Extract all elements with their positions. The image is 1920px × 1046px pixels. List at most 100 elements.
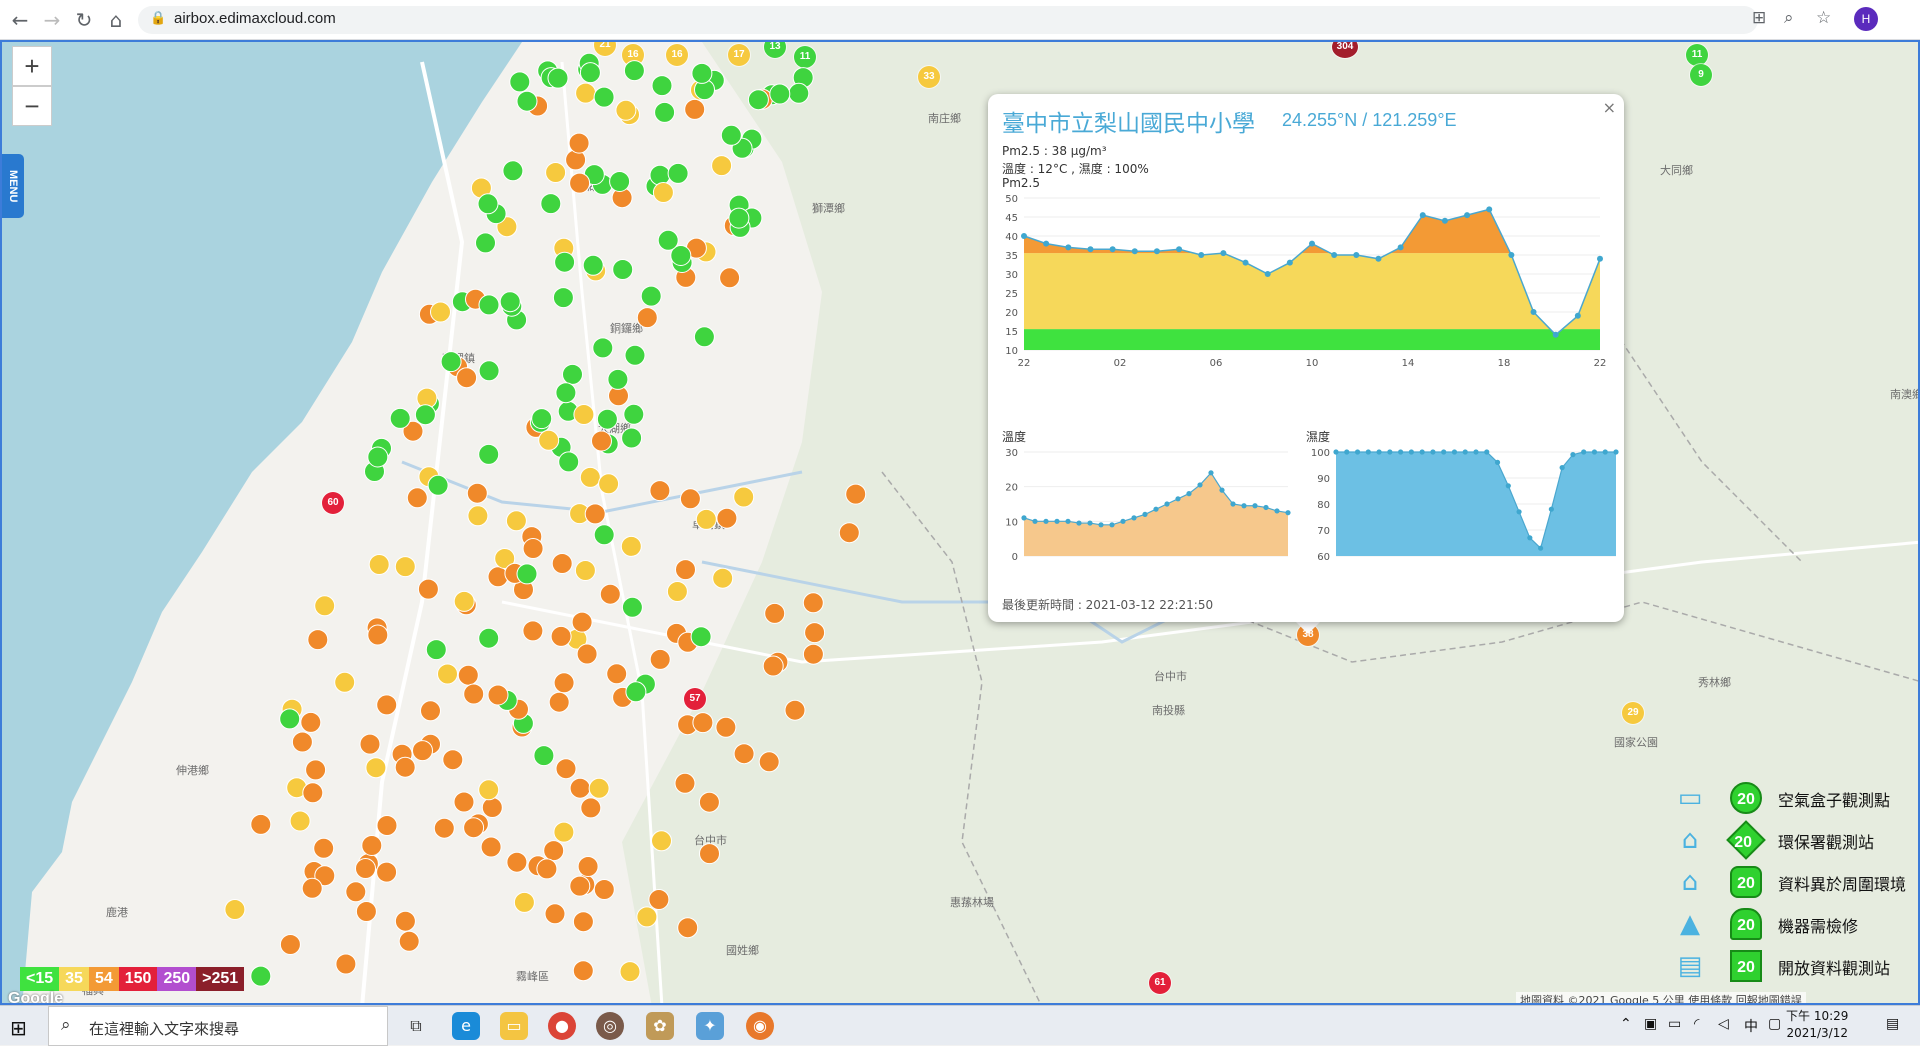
- humidity-point: [1387, 449, 1393, 455]
- temperature-point: [1032, 518, 1038, 524]
- humidity-chart-title: 濕度: [1306, 430, 1331, 444]
- station-marker-dot: [838, 522, 860, 544]
- zoom-in-button[interactable]: +: [12, 46, 52, 86]
- menu-tab[interactable]: MENU: [2, 154, 24, 218]
- station-marker-dot: [648, 889, 670, 910]
- station-marker-dot: [365, 757, 387, 779]
- task-view-icon[interactable]: ⧉: [402, 1012, 430, 1040]
- pm25-point: [1508, 252, 1515, 258]
- taskbar-search[interactable]: ⌕ 在這裡輸入文字來搜尋: [48, 1006, 388, 1046]
- y-tick-label: 30: [1005, 448, 1018, 459]
- station-marker-dot: [621, 596, 643, 618]
- station-marker-dot: [657, 229, 679, 251]
- ime-mode-icon[interactable]: ▢: [1768, 1016, 1781, 1032]
- notification-icon[interactable]: ▤: [1886, 1016, 1899, 1032]
- station-marker-dot: [412, 740, 433, 762]
- humidity-point: [1408, 449, 1414, 455]
- temperature-point: [1131, 515, 1137, 521]
- temperature-point: [1175, 496, 1181, 502]
- pm25-point: [1065, 244, 1072, 251]
- file-explorer-icon[interactable]: ▭: [500, 1012, 528, 1040]
- wifi-icon[interactable]: ◜: [1694, 1016, 1699, 1032]
- chrome-icon[interactable]: ●: [548, 1012, 576, 1040]
- app-icon[interactable]: ◎: [596, 1012, 624, 1040]
- station-marker-dot: [691, 62, 713, 84]
- station-marker-dot: [555, 382, 577, 404]
- station-marker-dot: [313, 837, 335, 859]
- scale-item: 250: [157, 967, 197, 991]
- ime-indicator[interactable]: 中: [1744, 1016, 1758, 1036]
- y-tick-label: 15: [1005, 327, 1018, 338]
- scale-item: >251: [196, 967, 245, 991]
- address-bar[interactable]: 🔒 airbox.edimaxcloud.com: [138, 6, 1758, 34]
- station-marker-dot: [463, 683, 485, 705]
- legend-row-repair: ▲ 20 機器需檢修: [1674, 906, 1918, 942]
- y-tick-label: 100: [1311, 448, 1330, 459]
- clock[interactable]: 下午 10:29 2021/3/12: [1786, 1008, 1848, 1042]
- humidity-point: [1462, 449, 1468, 455]
- zoom-out-button[interactable]: −: [12, 86, 52, 126]
- pm25-point: [1552, 331, 1559, 338]
- humidity-point: [1430, 449, 1436, 455]
- pm25-point: [1109, 246, 1116, 253]
- profile-avatar[interactable]: H: [1854, 7, 1878, 31]
- station-marker-dot: [425, 639, 447, 661]
- station-marker-dot: [720, 124, 742, 146]
- zoom-icon[interactable]: ⌕: [1784, 8, 1794, 28]
- bookmark-star-icon[interactable]: ☆: [1816, 8, 1831, 28]
- map-canvas[interactable]: 南庄鄉 獅潭鄉 西湖鄉 銅鑼鄉 苑裡鎮 大湖鄉 卓蘭鎮 大同鄉 南澳鄉 台中市 …: [0, 40, 1920, 1005]
- station-marker-dot: [762, 655, 784, 677]
- reload-icon[interactable]: ↻: [72, 8, 96, 32]
- y-tick-label: 45: [1005, 213, 1018, 224]
- google-logo: Google: [8, 990, 64, 1005]
- station-marker-dot: [522, 620, 544, 642]
- temperature-point: [1274, 508, 1280, 514]
- humidity-point: [1591, 449, 1598, 455]
- app-icon[interactable]: ◉: [746, 1012, 774, 1040]
- humidity-point: [1365, 449, 1371, 455]
- station-marker-dot: [615, 99, 637, 121]
- humidity-point: [1494, 459, 1501, 465]
- station-marker-dot: [456, 367, 478, 389]
- home-icon[interactable]: ⌂: [104, 8, 128, 32]
- app-icon[interactable]: ✦: [696, 1012, 724, 1040]
- forward-icon[interactable]: →: [40, 8, 64, 32]
- station-marker-dot: [442, 749, 464, 771]
- station-marker-dot: [516, 90, 538, 112]
- legend-symbol: 20: [1730, 950, 1762, 982]
- x-tick-label: 06: [1210, 358, 1223, 369]
- government-building-icon: ⌂: [1681, 825, 1699, 855]
- station-marker-dot: [606, 663, 628, 685]
- station-marker-dot: [376, 815, 398, 836]
- station-marker-dot: [301, 877, 323, 899]
- windows-start-icon[interactable]: ⊞: [10, 1016, 27, 1040]
- temperature-point: [1263, 504, 1269, 511]
- station-marker-dot: [733, 486, 755, 508]
- temperature-chart: 0 10 20 30: [1005, 448, 1291, 563]
- tray-chevron-icon[interactable]: ⌃: [1620, 1016, 1632, 1032]
- station-marker-dot: [579, 62, 601, 84]
- translate-icon[interactable]: ⊞: [1752, 8, 1766, 28]
- app-icon[interactable]: ✿: [646, 1012, 674, 1040]
- map-attribution[interactable]: 地圖資料 ©2021 Google 5 公里 使用條款 回報地圖錯誤: [1516, 992, 1806, 1003]
- station-marker-dot: [250, 813, 272, 835]
- pm25-point: [1353, 252, 1360, 258]
- station-marker-dot: [355, 858, 376, 879]
- station-marker-dot: [591, 430, 612, 452]
- pm25-point: [1597, 255, 1603, 262]
- station-marker-dot: [569, 875, 591, 897]
- scale-item: 150: [118, 967, 158, 991]
- battery-icon[interactable]: ▭: [1668, 1016, 1681, 1032]
- tray-icon[interactable]: ▣: [1644, 1016, 1657, 1032]
- legend-row-anomaly: ⌂ 20 資料異於周圍環境: [1674, 864, 1918, 900]
- edge-icon[interactable]: e: [452, 1012, 480, 1040]
- close-icon[interactable]: ×: [1603, 98, 1616, 117]
- y-tick-label: 25: [1005, 289, 1018, 300]
- legend-symbol: 20: [1730, 866, 1762, 898]
- volume-icon[interactable]: ◁: [1718, 1016, 1729, 1032]
- legend-symbol: 20: [1726, 820, 1766, 860]
- station-marker-dot: [649, 480, 671, 502]
- back-icon[interactable]: ←: [8, 8, 32, 32]
- station-marker-dot: [550, 625, 572, 647]
- station-marker-dot: [715, 716, 737, 738]
